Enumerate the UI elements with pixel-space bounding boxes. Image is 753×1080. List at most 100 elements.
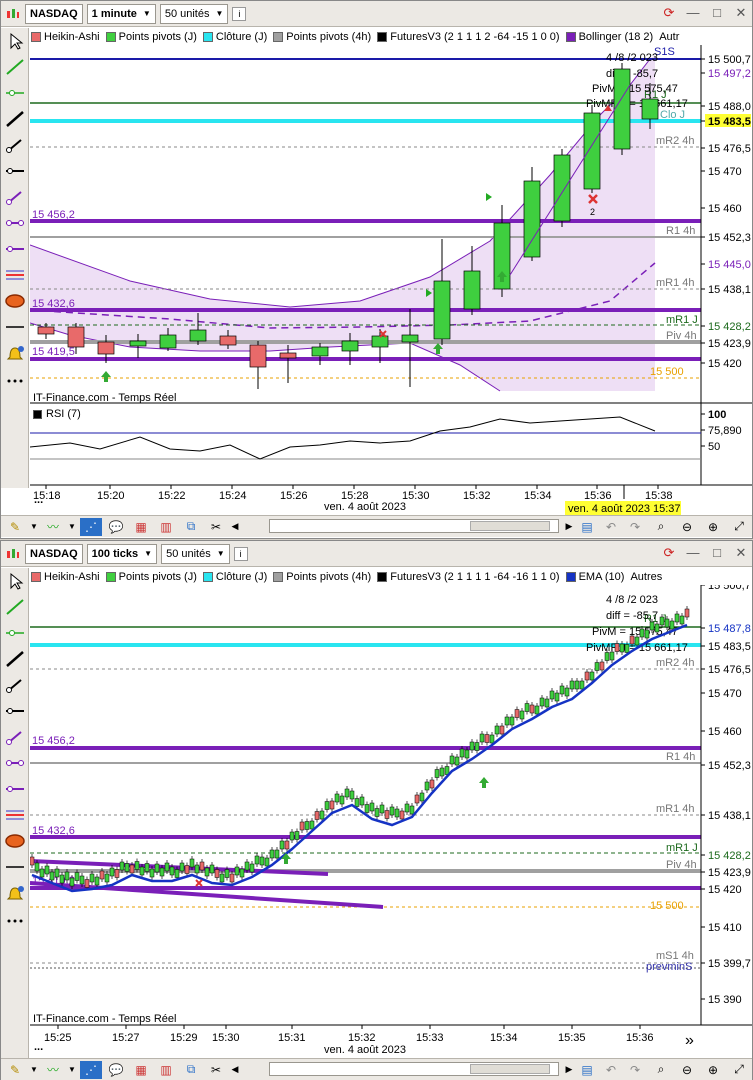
- chat-icon[interactable]: 💬: [105, 518, 127, 536]
- fib-icon[interactable]: [1, 724, 28, 750]
- calculator-icon[interactable]: ▤: [576, 518, 598, 536]
- calculator-icon[interactable]: ▤: [576, 1061, 598, 1079]
- maximize-icon[interactable]: □: [710, 545, 724, 561]
- maximize-icon[interactable]: □: [710, 5, 724, 21]
- horizontal-scrollbar[interactable]: [269, 1062, 559, 1076]
- scroll-left-icon[interactable]: ◀: [230, 1061, 240, 1079]
- info-icon[interactable]: i: [232, 6, 247, 21]
- cursor-icon[interactable]: [1, 568, 28, 594]
- zoom-in-icon[interactable]: ⊕: [702, 1061, 724, 1079]
- ellipse-icon[interactable]: [1, 288, 28, 314]
- minimize-icon[interactable]: —: [686, 5, 700, 21]
- alert-icon[interactable]: [1, 880, 28, 906]
- legend-item[interactable]: FuturesV3 (2 1 1 1 1 -64 -16 1 1 0): [377, 571, 560, 583]
- legend-item[interactable]: Points pivots (J): [105, 571, 197, 583]
- draw-icon[interactable]: ✎: [4, 1061, 26, 1079]
- fib-icon[interactable]: [1, 184, 28, 210]
- hsegment-icon[interactable]: [1, 158, 28, 184]
- table-icon[interactable]: ▦: [130, 518, 152, 536]
- legend-item[interactable]: Autres: [630, 571, 662, 583]
- close-icon[interactable]: ✕: [734, 5, 748, 21]
- interval-select[interactable]: 1 minute ▼: [86, 3, 156, 24]
- compare-icon[interactable]: ⧉: [180, 518, 202, 536]
- alert-icon[interactable]: [1, 340, 28, 366]
- legend-item[interactable]: EMA (10): [565, 571, 624, 583]
- line-icon[interactable]: [1, 594, 28, 620]
- zoom-out-icon[interactable]: ⊖: [676, 1061, 698, 1079]
- cursor-icon[interactable]: [1, 28, 28, 54]
- units-select[interactable]: 50 unités ▼: [159, 3, 229, 24]
- zoom-reset-icon[interactable]: ⤢: [728, 1061, 750, 1079]
- undo-icon[interactable]: ↶: [600, 1061, 622, 1079]
- refresh-icon[interactable]: ⟳: [662, 545, 676, 561]
- legend-item[interactable]: Points pivots (4h): [273, 571, 371, 583]
- price-chart[interactable]: S1SR1 JClo JmR2 4h15 456,2R1 4hmR1 4h15 …: [30, 45, 752, 515]
- scroll-right-icon[interactable]: ▶: [564, 518, 574, 536]
- legend-item[interactable]: Heikin-Ashi: [31, 31, 100, 43]
- zoom-fit-icon[interactable]: ⌕: [650, 518, 672, 536]
- hline-icon[interactable]: [1, 80, 28, 106]
- minimize-icon[interactable]: —: [686, 545, 700, 561]
- indicator-icon[interactable]: 〰: [42, 1061, 64, 1079]
- marker-icon[interactable]: [1, 314, 28, 340]
- segment-icon[interactable]: [1, 672, 28, 698]
- chat-icon[interactable]: 💬: [105, 1061, 127, 1079]
- zoom-out-icon[interactable]: ⊖: [676, 518, 698, 536]
- legend-item[interactable]: Clôture (J): [202, 31, 267, 43]
- legend-item[interactable]: Autr: [659, 31, 679, 43]
- scroll-left-icon[interactable]: ◀: [230, 518, 240, 536]
- share-icon[interactable]: ⋰: [80, 1060, 102, 1079]
- compare-icon[interactable]: ⧉: [180, 1061, 202, 1079]
- instrument-select[interactable]: NASDAQ: [25, 543, 83, 564]
- refresh-icon[interactable]: ⟳: [662, 5, 676, 21]
- legend-item[interactable]: Points pivots (4h): [273, 31, 371, 43]
- legend-item[interactable]: FuturesV3 (2 1 1 1 2 -64 -15 1 0 0): [377, 31, 560, 43]
- rect-icon[interactable]: [1, 262, 28, 288]
- redo-icon[interactable]: ↷: [624, 1061, 646, 1079]
- units-select[interactable]: 50 unités ▼: [161, 543, 230, 564]
- close-icon[interactable]: ✕: [734, 545, 748, 561]
- zoom-in-icon[interactable]: ⊕: [702, 518, 724, 536]
- ray-icon[interactable]: [1, 106, 28, 132]
- marker-icon[interactable]: [1, 854, 28, 880]
- chevron-down-icon[interactable]: ▼: [67, 518, 77, 536]
- share-icon[interactable]: ⋰: [80, 517, 102, 536]
- hline-icon[interactable]: [1, 620, 28, 646]
- tools-icon[interactable]: ✂: [205, 518, 227, 536]
- indicator-icon[interactable]: 〰: [42, 518, 64, 536]
- more-icon[interactable]: [1, 366, 28, 392]
- zoom-fit-icon[interactable]: ⌕: [650, 1061, 672, 1079]
- interval-select[interactable]: 100 ticks ▼: [86, 543, 158, 564]
- draw-icon[interactable]: ✎: [4, 518, 26, 536]
- next-page-icon[interactable]: »: [685, 1032, 694, 1049]
- chevron-down-icon[interactable]: ▼: [29, 518, 39, 536]
- instrument-select[interactable]: NASDAQ: [25, 3, 83, 24]
- segment-icon[interactable]: [1, 132, 28, 158]
- scroll-right-icon[interactable]: ▶: [564, 1061, 574, 1079]
- legend-item[interactable]: Bollinger (18 2): [565, 31, 653, 43]
- ellipse-icon[interactable]: [1, 828, 28, 854]
- more-icon[interactable]: [1, 906, 28, 932]
- info-icon[interactable]: i: [233, 546, 248, 561]
- rect-icon[interactable]: [1, 802, 28, 828]
- ray-icon[interactable]: [1, 646, 28, 672]
- orderbook-icon[interactable]: ▥: [155, 518, 177, 536]
- level-icon[interactable]: [1, 776, 28, 802]
- undo-icon[interactable]: ↶: [600, 518, 622, 536]
- channel-icon[interactable]: [1, 750, 28, 776]
- chevron-down-icon[interactable]: ▼: [67, 1061, 77, 1079]
- zoom-reset-icon[interactable]: ⤢: [728, 518, 750, 536]
- legend-item[interactable]: Clôture (J): [202, 571, 267, 583]
- channel-icon[interactable]: [1, 210, 28, 236]
- tools-icon[interactable]: ✂: [205, 1061, 227, 1079]
- table-icon[interactable]: ▦: [130, 1061, 152, 1079]
- redo-icon[interactable]: ↷: [624, 518, 646, 536]
- line-icon[interactable]: [1, 54, 28, 80]
- chevron-down-icon[interactable]: ▼: [29, 1061, 39, 1079]
- orderbook-icon[interactable]: ▥: [155, 1061, 177, 1079]
- horizontal-scrollbar[interactable]: [269, 519, 559, 533]
- price-chart[interactable]: R1 JmR2 4h15 456,2R1 4hmR1 4h15 432,6mR1…: [30, 585, 752, 1059]
- level-icon[interactable]: [1, 236, 28, 262]
- hsegment-icon[interactable]: [1, 698, 28, 724]
- legend-item[interactable]: Heikin-Ashi: [31, 571, 100, 583]
